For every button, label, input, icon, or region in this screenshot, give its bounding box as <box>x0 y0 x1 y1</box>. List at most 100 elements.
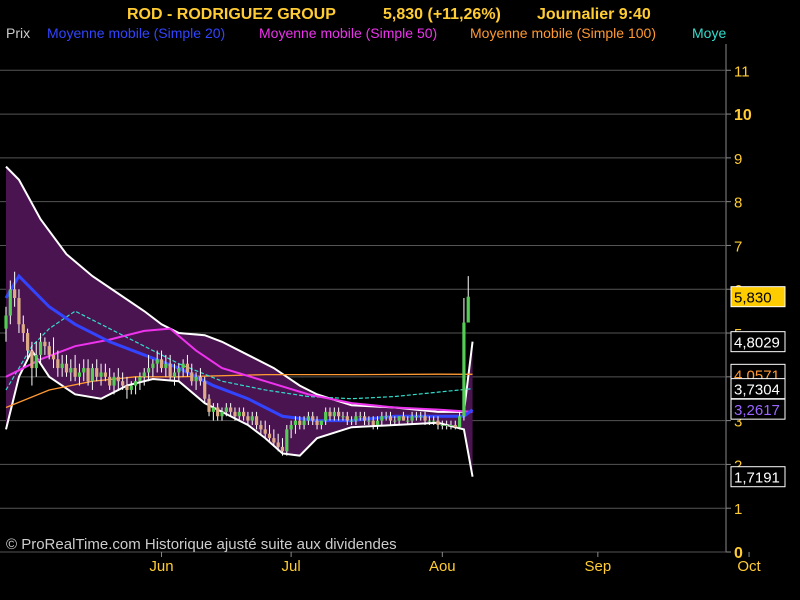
candle-body <box>146 368 151 373</box>
legend-item-sma100: Moyenne mobile (Simple 100) <box>470 25 656 41</box>
candle-body <box>82 368 86 373</box>
candle-body <box>462 322 466 417</box>
candle-body <box>216 407 220 417</box>
legend: Prix Moyenne mobile (Simple 20) Moyenne … <box>6 25 726 41</box>
candle-body <box>211 407 215 412</box>
candle-body <box>289 425 293 430</box>
candle-body <box>350 420 354 422</box>
candle-body <box>410 416 414 421</box>
legend-item-prix: Prix <box>6 25 30 41</box>
candle-body <box>159 359 164 369</box>
candle-body <box>203 381 207 399</box>
candle-body <box>237 411 241 417</box>
x-tick-label-sep: Sep <box>584 558 611 575</box>
candle-body <box>198 376 202 382</box>
candle-body <box>445 425 449 426</box>
candle-body <box>345 416 349 421</box>
candle-body <box>328 411 332 417</box>
candle-body <box>414 416 418 418</box>
x-tick-label-jul: Jul <box>282 558 301 575</box>
candle-body <box>358 416 362 418</box>
candle-body <box>99 372 103 377</box>
candle-body <box>116 376 120 382</box>
candle-body <box>306 416 310 421</box>
candle-body <box>138 376 142 382</box>
candle-body <box>337 411 341 417</box>
legend-item-other: Moye <box>692 25 726 41</box>
candle-body <box>285 429 289 452</box>
candle-body <box>220 411 224 417</box>
candle-body <box>47 346 51 355</box>
candle-body <box>427 420 431 422</box>
candle-body <box>280 446 285 452</box>
candle-body <box>229 407 233 412</box>
candle-body <box>397 416 401 421</box>
candle-body <box>69 368 73 373</box>
value-label-text-0: 5,830 <box>734 290 772 307</box>
candle-body <box>21 324 25 334</box>
candle-body <box>380 416 384 421</box>
candle-body <box>51 354 56 360</box>
candle-body <box>354 416 358 421</box>
candle-body <box>250 416 254 421</box>
candle-body <box>367 420 371 422</box>
candle-body <box>112 376 116 386</box>
candle-body <box>384 416 388 418</box>
candle-body <box>155 359 159 364</box>
candle-body <box>17 298 21 325</box>
value-label-text-1: 4,8029 <box>734 335 780 352</box>
value-label-text-3: 3,7304 <box>734 382 780 399</box>
candle-body <box>8 289 12 316</box>
candle-body <box>142 372 146 377</box>
candle-body <box>259 425 263 430</box>
x-tick-label-oct: Oct <box>737 558 761 575</box>
candle-body <box>168 363 172 377</box>
candle-body <box>371 420 375 425</box>
candle-body <box>453 425 457 428</box>
candle-body <box>233 411 237 417</box>
candle-body <box>172 372 177 377</box>
candle-body <box>56 359 60 369</box>
candle-body <box>129 385 133 390</box>
candle-body <box>332 411 336 417</box>
candle-body <box>267 433 272 439</box>
y-tick-label-9: 9 <box>734 151 742 168</box>
y-tick-label-11: 11 <box>734 63 750 80</box>
candle-body <box>341 416 345 418</box>
candle-body <box>190 372 194 382</box>
candle-body <box>436 420 440 425</box>
candle-body <box>362 416 367 421</box>
candle-body <box>64 363 69 373</box>
chart-title-ticker: ROD - RODRIGUEZ GROUP <box>127 6 336 23</box>
candle-body <box>466 296 470 323</box>
candle-body <box>246 416 250 421</box>
candle-body <box>125 385 129 390</box>
candle-body <box>302 420 306 425</box>
candle-body <box>181 363 185 369</box>
y-tick-label-10: 10 <box>734 107 752 124</box>
chart-title-price: 5,830 (+11,26%) <box>383 6 501 23</box>
y-tick-label-8: 8 <box>734 195 742 212</box>
candle-body <box>43 341 47 347</box>
candle-body <box>108 376 112 386</box>
candle-body <box>207 398 211 412</box>
candle-body <box>298 420 302 425</box>
candle-body <box>311 416 315 421</box>
candle-body <box>324 411 328 421</box>
candle-body <box>164 363 168 369</box>
candle-body <box>38 341 43 355</box>
candle-body <box>242 411 246 417</box>
candle-body <box>315 420 319 425</box>
candle-body <box>185 363 190 373</box>
candle-body <box>34 354 38 369</box>
value-label-text-4: 3,2617 <box>734 402 780 419</box>
candle-body <box>121 381 125 386</box>
candle-body <box>30 350 34 369</box>
candle-body <box>90 368 94 382</box>
x-tick-label-aou: Aou <box>429 558 456 575</box>
candle-body <box>86 368 90 382</box>
candle-body <box>293 420 298 425</box>
candle-body <box>177 368 181 373</box>
y-tick-label-7: 7 <box>734 238 742 255</box>
candle-body <box>103 372 107 377</box>
